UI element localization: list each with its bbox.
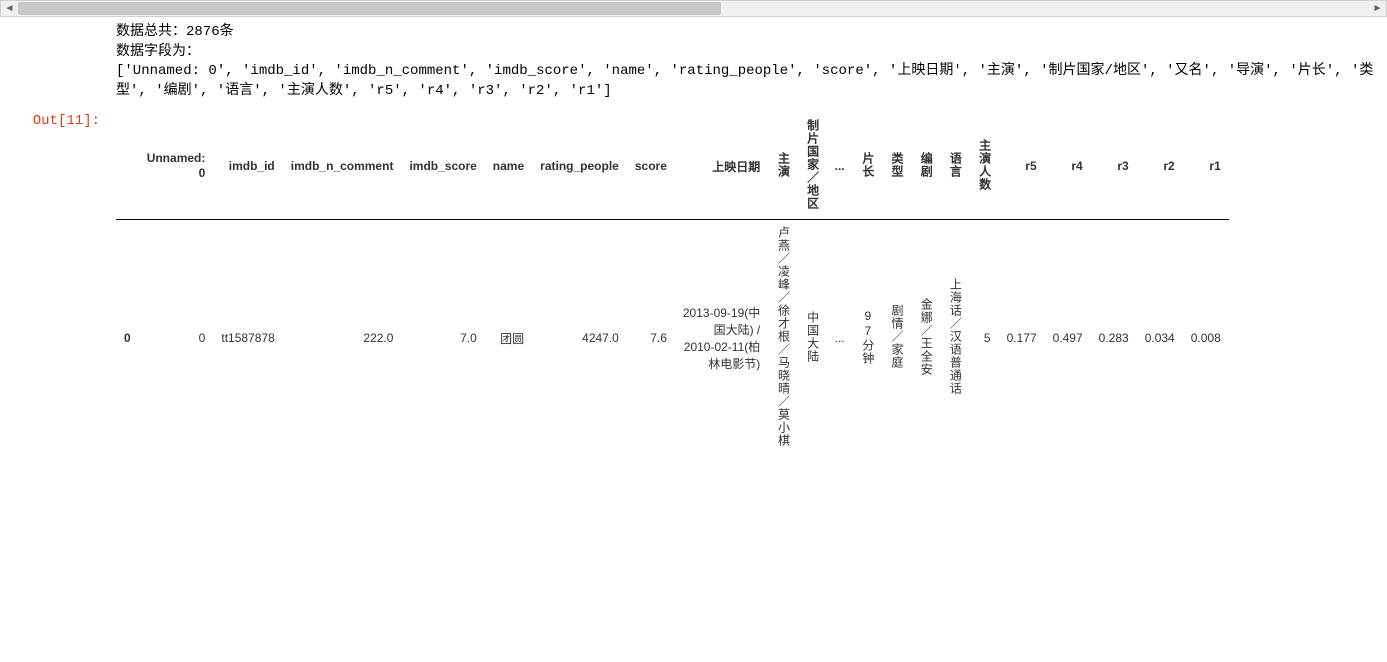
- cell-cast-count: 5: [969, 220, 998, 457]
- col-duration: 片长: [853, 113, 882, 220]
- cell-rating-people: 4247.0: [532, 220, 627, 457]
- cell-cast: 卢燕／凌峰／徐才根／马晓晴／莫小棋: [768, 220, 797, 457]
- col-language-label: 语言: [948, 152, 961, 178]
- cell-r4: 0.497: [1045, 220, 1091, 457]
- cell-imdb-id: tt1587878: [213, 220, 282, 457]
- cell-release-l2: 国大陆) /: [714, 323, 761, 337]
- col-ellipsis: ...: [827, 113, 853, 220]
- table-header-row: Unnamed: 0 imdb_id imdb_n_comment imdb_s…: [116, 113, 1229, 220]
- col-duration-label: 片长: [861, 152, 874, 178]
- stdout-text: 数据总共：2876条 数据字段为： ['Unnamed: 0', 'imdb_i…: [0, 23, 1387, 101]
- cell-country: 中国大陆: [797, 220, 826, 457]
- cell-language: 上海话／汉语普通话: [940, 220, 969, 457]
- col-rating-people: rating_people: [532, 113, 627, 220]
- col-unnamed0: Unnamed: 0: [139, 113, 214, 220]
- cell-unnamed0: 0: [139, 220, 214, 457]
- col-cast-count-label: 主演人数: [977, 139, 990, 191]
- col-writer-label: 编剧: [919, 152, 932, 178]
- cell-r3: 0.283: [1091, 220, 1137, 457]
- cell-score: 7.6: [627, 220, 675, 457]
- output-prompt: Out[11]:: [0, 113, 100, 129]
- cell-duration: 97分钟: [853, 220, 882, 457]
- cell-duration-value: 97分钟: [861, 309, 874, 365]
- dataframe-container[interactable]: Unnamed: 0 imdb_id imdb_n_comment imdb_s…: [116, 113, 1377, 456]
- col-country-label: 制片国家／地区: [805, 119, 818, 210]
- scroll-right-arrow-icon[interactable]: ►: [1369, 1, 1386, 16]
- col-unnamed0-l1: Unnamed:: [147, 151, 206, 165]
- col-r5: r5: [999, 113, 1045, 220]
- col-name: name: [485, 113, 532, 220]
- scroll-thumb[interactable]: [18, 2, 721, 15]
- cell-writer: 金娜／王全安: [911, 220, 940, 457]
- col-country: 制片国家／地区: [797, 113, 826, 220]
- cell-country-value: 中国大陆: [805, 311, 818, 363]
- table-row: 0 0 tt1587878 222.0 7.0 团圆 4247.0 7.6 20…: [116, 220, 1229, 457]
- col-cast: 主演: [768, 113, 797, 220]
- col-index: [116, 113, 139, 220]
- col-score: score: [627, 113, 675, 220]
- cell-index: 0: [116, 220, 139, 457]
- cell-r1: 0.008: [1183, 220, 1229, 457]
- scroll-left-arrow-icon[interactable]: ◄: [1, 1, 18, 16]
- col-r4: r4: [1045, 113, 1091, 220]
- scroll-track[interactable]: [18, 1, 1369, 16]
- col-genre-label: 类型: [890, 152, 903, 178]
- col-imdb-score: imdb_score: [401, 113, 484, 220]
- cell-ellipsis: ...: [827, 220, 853, 457]
- cell-r5: 0.177: [999, 220, 1045, 457]
- col-r2: r2: [1137, 113, 1183, 220]
- col-imdb-n-comment: imdb_n_comment: [283, 113, 402, 220]
- col-cast-label: 主演: [776, 152, 789, 178]
- col-r3: r3: [1091, 113, 1137, 220]
- col-release-date: 上映日期: [675, 113, 768, 220]
- col-genre: 类型: [882, 113, 911, 220]
- col-cast-count: 主演人数: [969, 113, 998, 220]
- cell-imdb-n-comment: 222.0: [283, 220, 402, 457]
- dataframe-table: Unnamed: 0 imdb_id imdb_n_comment imdb_s…: [116, 113, 1229, 456]
- cell-name: 团圆: [485, 220, 532, 457]
- cell-writer-value: 金娜／王全安: [919, 298, 932, 376]
- stdout-line-2: 数据字段为：: [116, 44, 200, 60]
- col-unnamed0-l2: 0: [199, 166, 206, 180]
- cell-genre-value: 剧情／家庭: [890, 304, 903, 369]
- cell-language-value: 上海话／汉语普通话: [948, 278, 961, 395]
- stdout-line-3: ['Unnamed: 0', 'imdb_id', 'imdb_n_commen…: [116, 63, 1373, 99]
- cell-imdb-score: 7.0: [401, 220, 484, 457]
- cell-genre: 剧情／家庭: [882, 220, 911, 457]
- col-language: 语言: [940, 113, 969, 220]
- col-imdb-id: imdb_id: [213, 113, 282, 220]
- col-writer: 编剧: [911, 113, 940, 220]
- cell-release-l4: 林电影节): [708, 357, 760, 371]
- col-r1: r1: [1183, 113, 1229, 220]
- cell-cast-value: 卢燕／凌峰／徐才根／马晓晴／莫小棋: [776, 226, 789, 447]
- cell-release-l1: 2013-09-19(中: [683, 306, 760, 320]
- stdout-line-1: 数据总共：2876条: [116, 24, 234, 40]
- cell-release-l3: 2010-02-11(柏: [684, 340, 761, 354]
- cell-release-date: 2013-09-19(中 国大陆) / 2010-02-11(柏 林电影节): [675, 220, 768, 457]
- cell-r2: 0.034: [1137, 220, 1183, 457]
- notebook-output-area: 数据总共：2876条 数据字段为： ['Unnamed: 0', 'imdb_i…: [0, 17, 1387, 456]
- horizontal-scrollbar[interactable]: ◄ ►: [0, 0, 1387, 17]
